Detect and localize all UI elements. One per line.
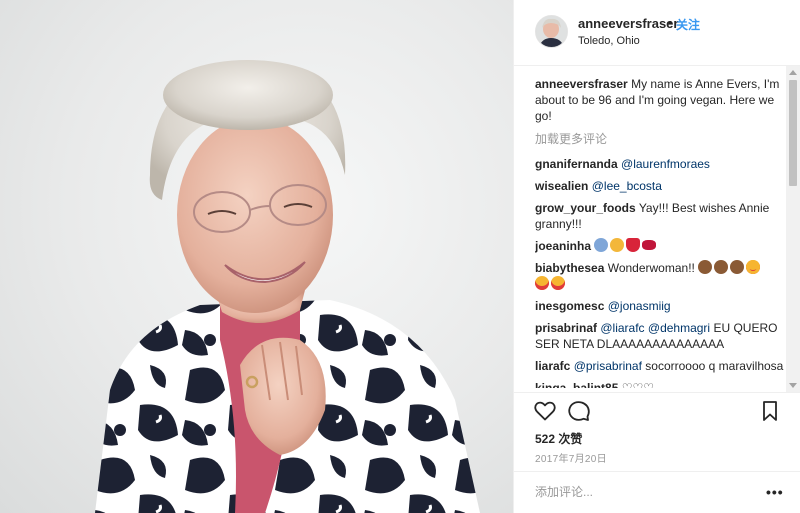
comment-username[interactable]: inesgomesc: [535, 299, 604, 313]
comment-bubble-icon[interactable]: [567, 399, 591, 423]
header-username[interactable]: anneeversfraser: [578, 16, 678, 31]
scroll-up-arrow-icon[interactable]: [789, 70, 797, 75]
list-item: inesgomesc @jonasmiig: [535, 298, 785, 314]
location-link[interactable]: Toledo, Ohio: [578, 35, 640, 47]
scroll-down-arrow-icon[interactable]: [789, 383, 797, 388]
clap-emoji: [714, 260, 729, 274]
bookmark-icon[interactable]: [758, 399, 782, 423]
comment-mention[interactable]: @liarafc @dehmagri: [600, 321, 710, 335]
comments-list: anneeversfraser My name is Anne Evers, I…: [535, 76, 785, 388]
list-item: prisabrinaf @liarafc @dehmagri EU QUERO …: [535, 320, 785, 352]
post-date: 2017年7月20日: [535, 454, 607, 465]
list-item: gnanifernanda @laurenfmoraes: [535, 156, 785, 172]
comment-mention[interactable]: @lee_bcosta: [592, 179, 662, 193]
post-side-panel: anneeversfraser • 关注 Toledo, Ohio anneev…: [513, 0, 800, 513]
comment-input[interactable]: [535, 480, 745, 504]
praying-hands-emoji: [594, 238, 609, 252]
comment-text: ♡♡♡: [621, 381, 654, 388]
clap-emoji: [730, 260, 745, 274]
caption: anneeversfraser My name is Anne Evers, I…: [535, 76, 785, 124]
list-item: grow_your_foods Yay!!! Best wishes Annie…: [535, 200, 785, 232]
follow-button[interactable]: 关注: [676, 16, 700, 33]
comment-mention[interactable]: @jonasmiig: [608, 299, 671, 313]
comment-username[interactable]: kinga_balint85: [535, 381, 618, 388]
comment-username[interactable]: joeaninha: [535, 239, 591, 253]
more-options-button[interactable]: •••: [766, 484, 784, 500]
comment-text: Wonderwoman!!: [607, 261, 695, 275]
instagram-post-view: anneeversfraser • 关注 Toledo, Ohio anneev…: [0, 0, 800, 513]
heart-icon[interactable]: [533, 399, 557, 423]
separator-dot: •: [668, 15, 673, 30]
kiss-lips-emoji: [642, 240, 657, 250]
comment-username[interactable]: gnanifernanda: [535, 157, 618, 171]
list-item: wisealien @lee_bcosta: [535, 178, 785, 194]
comment-username[interactable]: liarafc: [535, 359, 570, 373]
list-item: biabythesea Wonderwoman!!: [535, 260, 785, 292]
heart-eyes-emoji: [551, 276, 565, 290]
comment-username[interactable]: biabythesea: [535, 261, 604, 275]
caption-username[interactable]: anneeversfraser: [535, 77, 628, 91]
avatar-image: [536, 16, 567, 47]
clap-emoji: [698, 260, 713, 274]
post-header: anneeversfraser • 关注 Toledo, Ohio: [514, 0, 800, 66]
avatar[interactable]: [535, 15, 568, 48]
heart-eyes-emoji: [746, 260, 761, 274]
elderly-woman-photo: [95, 60, 480, 513]
comment-username[interactable]: prisabrinaf: [535, 321, 597, 335]
post-photo[interactable]: [0, 0, 513, 513]
comments-scrollbar[interactable]: [786, 66, 800, 392]
comment-username[interactable]: grow_your_foods: [535, 201, 636, 215]
load-more-comments-button[interactable]: 加载更多评论: [535, 131, 785, 147]
clap-emoji: [610, 238, 625, 252]
comment-mention[interactable]: @laurenfmoraes: [621, 157, 710, 171]
list-item: kinga_balint85 ♡♡♡: [535, 380, 785, 388]
add-comment-bar: •••: [514, 471, 800, 513]
list-item: joeaninha: [535, 238, 785, 254]
comment-text: socorroooo q maravilhosa: [645, 359, 784, 373]
comment-username[interactable]: wisealien: [535, 179, 588, 193]
heart-eyes-emoji: [535, 276, 549, 290]
red-heart-emoji: [626, 238, 641, 252]
comment-mention[interactable]: @prisabrinaf: [574, 359, 642, 373]
list-item: liarafc @prisabrinaf socorroooo q maravi…: [535, 358, 785, 374]
likes-count[interactable]: 522 次赞: [535, 430, 582, 447]
scroll-thumb[interactable]: [789, 80, 797, 186]
